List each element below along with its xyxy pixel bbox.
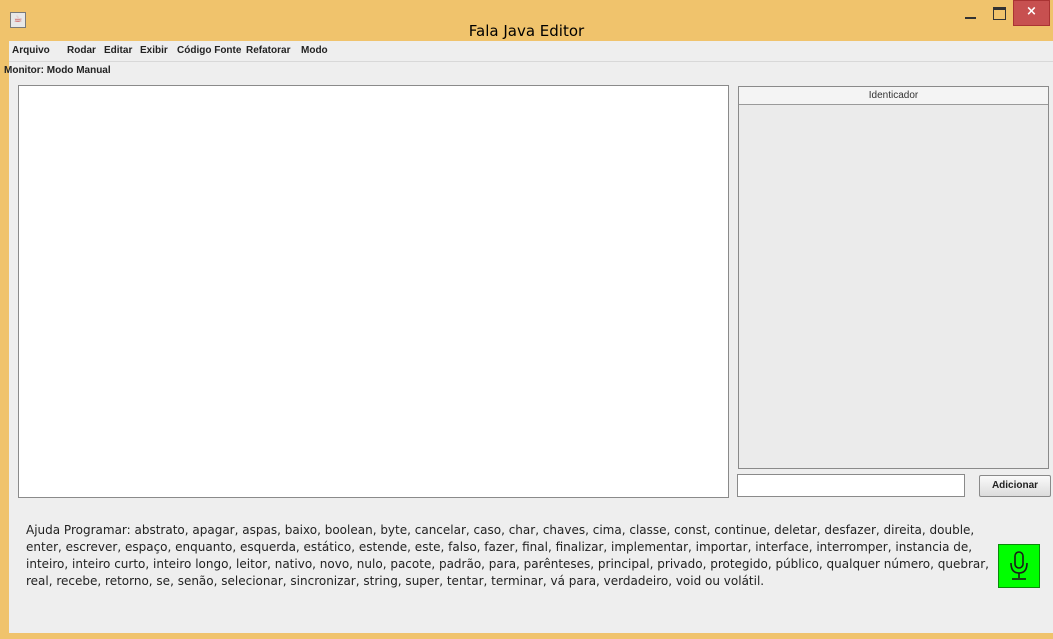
monitor-status: Monitor: Modo Manual (4, 65, 111, 76)
microphone-button[interactable] (998, 544, 1040, 588)
maximize-icon (992, 7, 1006, 20)
menu-modo[interactable]: Modo (301, 45, 328, 56)
window-title: Fala Java Editor (468, 22, 585, 40)
menu-refatorar[interactable]: Refatorar (246, 45, 290, 56)
microphone-icon (1010, 551, 1028, 580)
client-area: Arquivo Rodar Editar Exibir Código Fonte… (4, 41, 1053, 633)
title-bar[interactable]: ☕ Fala Java Editor × (0, 0, 1053, 41)
maximize-button[interactable] (986, 4, 1012, 26)
identifier-column-header[interactable]: Identicador (739, 87, 1048, 105)
identifier-input[interactable] (737, 474, 965, 497)
menu-codigo-fonte[interactable]: Código Fonte (177, 45, 241, 56)
menu-rodar[interactable]: Rodar (67, 45, 96, 56)
minimize-icon (964, 17, 976, 19)
code-editor[interactable] (18, 85, 729, 498)
add-button[interactable]: Adicionar (979, 475, 1051, 497)
minimize-button[interactable] (955, 4, 985, 26)
menu-exibir[interactable]: Exibir (140, 45, 168, 56)
close-icon: × (1026, 4, 1037, 19)
identifier-table[interactable]: Identicador (738, 86, 1049, 469)
menu-bar: Arquivo Rodar Editar Exibir Código Fonte… (9, 41, 1053, 62)
close-button[interactable]: × (1013, 0, 1050, 26)
app-window: ☕ Fala Java Editor × Arquivo Rodar Edita… (0, 0, 1053, 639)
menu-editar[interactable]: Editar (104, 45, 132, 56)
menu-arquivo[interactable]: Arquivo (12, 45, 50, 56)
help-text: Ajuda Programar: abstrato, apagar, aspas… (26, 523, 989, 588)
